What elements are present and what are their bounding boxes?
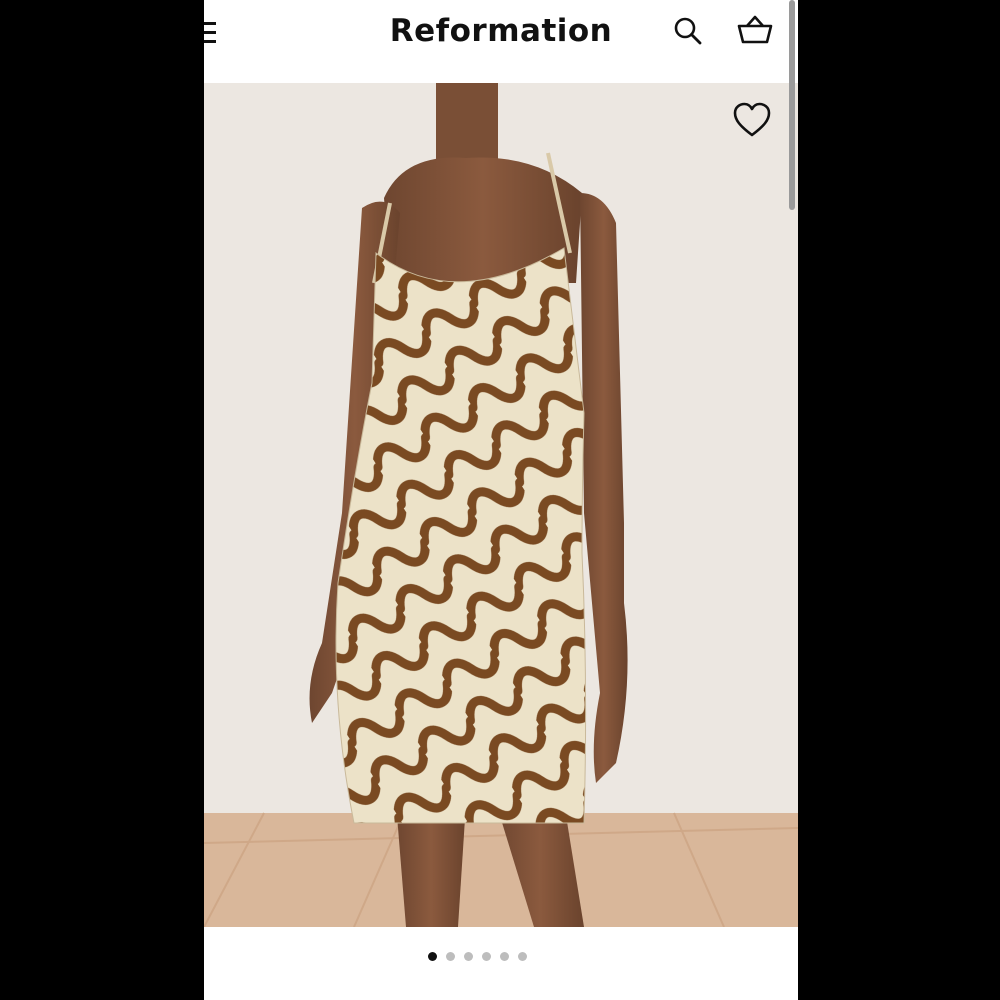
- carousel-dot-4[interactable]: [482, 952, 491, 961]
- carousel-dot-2[interactable]: [446, 952, 455, 961]
- heart-icon[interactable]: [732, 101, 772, 139]
- brand-logo[interactable]: Reformation: [204, 13, 798, 49]
- scrollbar[interactable]: [789, 0, 795, 210]
- product-image[interactable]: [204, 83, 798, 927]
- product-photo: [204, 83, 798, 927]
- carousel-dot-3[interactable]: [464, 952, 473, 961]
- shopping-basket-icon[interactable]: [736, 14, 774, 46]
- carousel-dot-6[interactable]: [518, 952, 527, 961]
- site-header: Reformation: [204, 0, 798, 83]
- carousel-dot-5[interactable]: [500, 952, 509, 961]
- phone-screen: Reformation: [204, 0, 798, 1000]
- carousel-dots: [428, 952, 527, 961]
- carousel-footer: [204, 927, 798, 1000]
- carousel-dot-1[interactable]: [428, 952, 437, 961]
- search-icon[interactable]: [672, 15, 704, 47]
